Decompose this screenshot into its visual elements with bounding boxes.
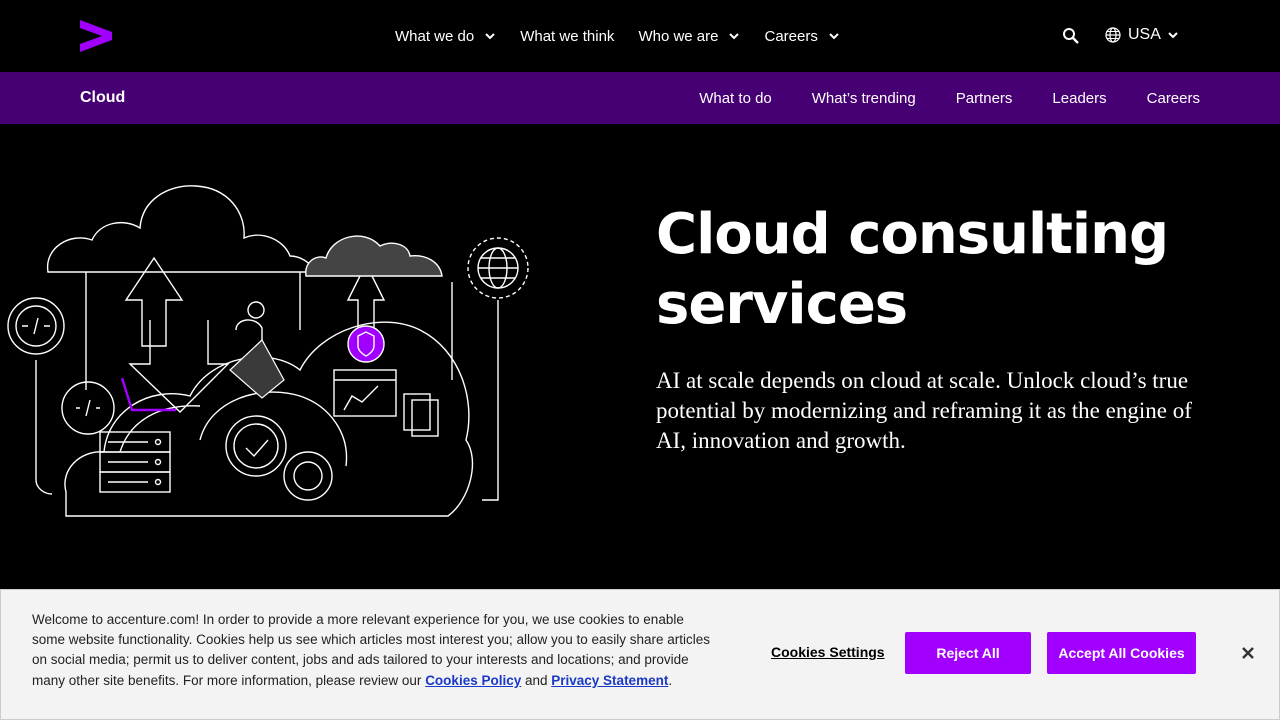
main-menu: What we do What we think Who we are Care… — [395, 0, 864, 72]
hero-title: Cloud consulting services — [656, 202, 1169, 337]
menu-what-we-think[interactable]: What we think — [520, 28, 614, 45]
subnav-link-whats-trending[interactable]: What’s trending — [812, 90, 916, 107]
chevron-down-icon — [485, 33, 495, 40]
subnav-link-partners[interactable]: Partners — [956, 90, 1013, 107]
cookie-and-text: and — [521, 672, 552, 688]
accenture-logo[interactable] — [80, 20, 112, 52]
chevron-down-icon — [829, 33, 839, 40]
hero-description: AI at scale depends on cloud at scale. U… — [656, 368, 1192, 453]
cloud-illustration — [7, 185, 529, 517]
locale-selector[interactable]: USA — [1105, 26, 1179, 44]
menu-item-label: Careers — [764, 27, 818, 45]
menu-item-label: Who we are — [638, 27, 719, 45]
reject-all-button[interactable]: Reject All — [905, 632, 1031, 674]
cookies-policy-link[interactable]: Cookies Policy — [425, 673, 521, 688]
menu-item-label: What we think — [520, 27, 615, 45]
subnav-links: What to do What’s trending Partners Lead… — [659, 72, 1200, 124]
cookies-settings-button[interactable]: Cookies Settings — [771, 644, 885, 660]
top-navigation: What we do What we think Who we are Care… — [0, 0, 1280, 72]
privacy-statement-link[interactable]: Privacy Statement — [551, 673, 668, 688]
menu-what-we-do[interactable]: What we do — [395, 28, 496, 45]
cookie-banner: Welcome to accenture.com! In order to pr… — [0, 589, 1280, 720]
chevron-down-icon — [729, 33, 740, 40]
section-subnav: Cloud What to do What’s trending Partner… — [0, 72, 1280, 124]
subnav-link-what-to-do[interactable]: What to do — [699, 90, 772, 107]
close-icon[interactable] — [1240, 645, 1256, 661]
subnav-link-leaders[interactable]: Leaders — [1052, 90, 1106, 107]
search-icon[interactable] — [1062, 27, 1080, 45]
chevron-down-icon — [1168, 32, 1178, 39]
accept-all-cookies-button[interactable]: Accept All Cookies — [1047, 632, 1196, 674]
cookie-end-text: . — [668, 672, 673, 688]
subnav-title[interactable]: Cloud — [80, 89, 125, 107]
menu-careers[interactable]: Careers — [764, 28, 839, 45]
menu-item-label: What we do — [395, 27, 475, 45]
menu-who-we-are[interactable]: Who we are — [638, 28, 740, 45]
globe-icon — [1105, 27, 1121, 43]
subnav-link-careers[interactable]: Careers — [1147, 90, 1200, 107]
locale-label: USA — [1128, 26, 1161, 43]
cookie-message: Welcome to accenture.com! In order to pr… — [32, 610, 712, 691]
